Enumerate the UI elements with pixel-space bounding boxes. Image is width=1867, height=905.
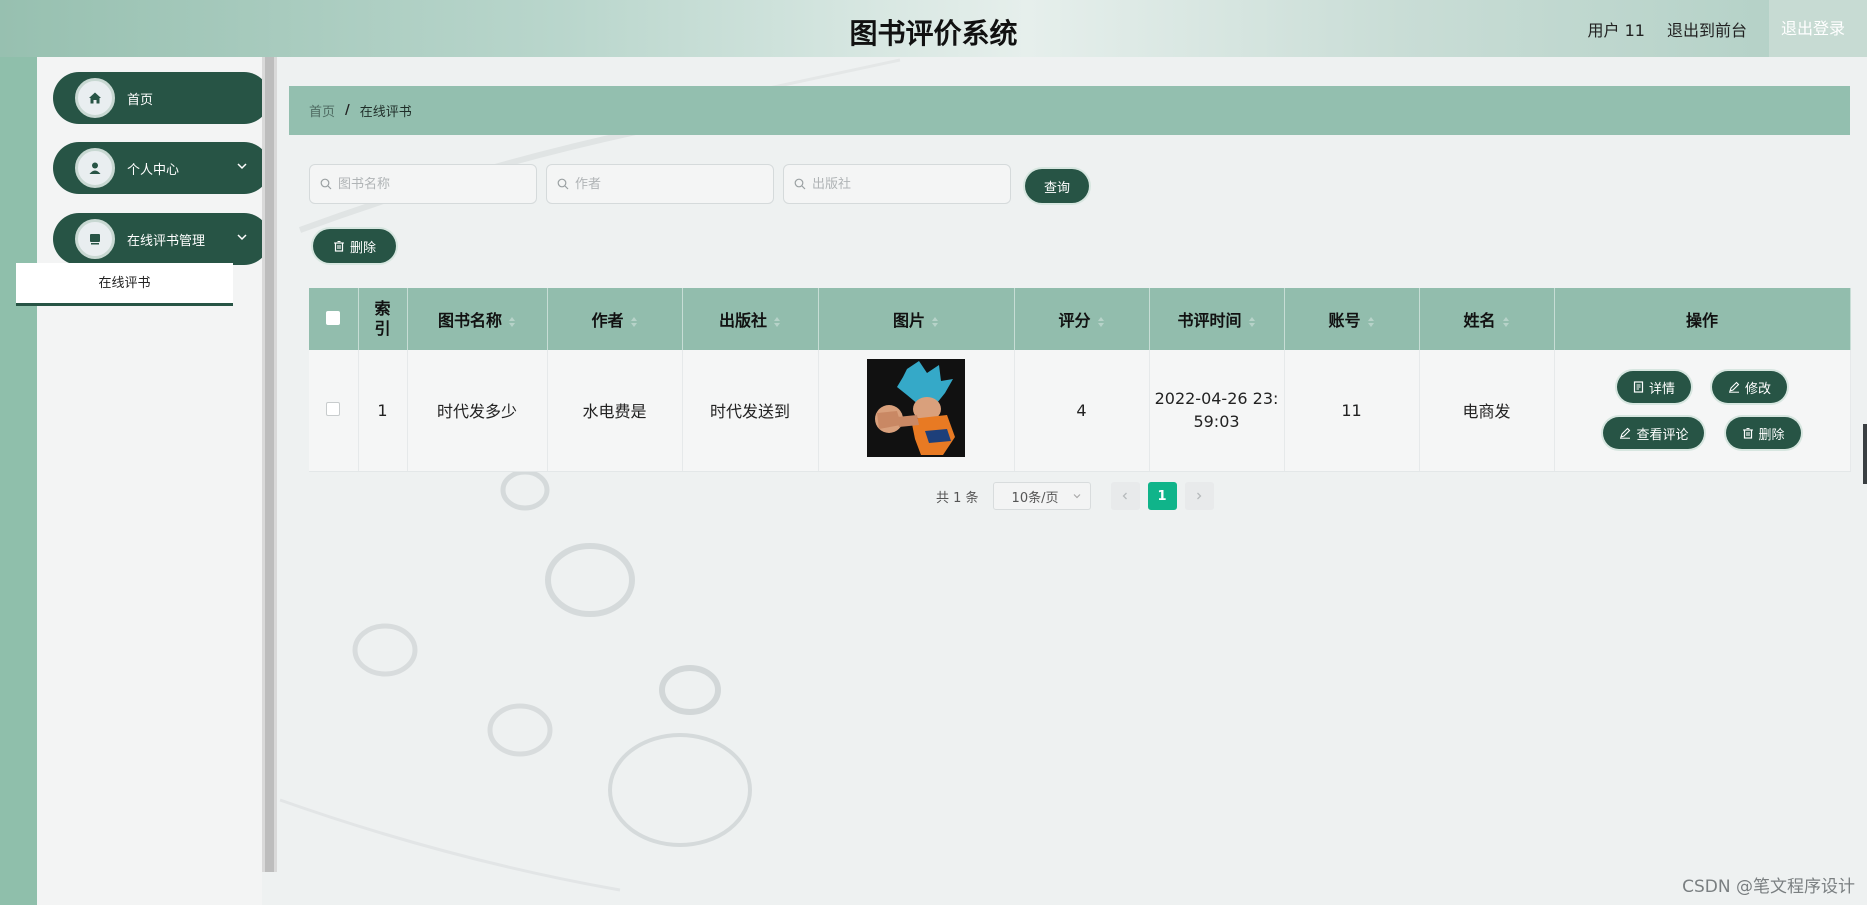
cell-image: [818, 350, 1015, 472]
sort-icon[interactable]: [773, 316, 781, 328]
row-delete-button[interactable]: 删除: [1725, 417, 1801, 450]
book-name-input[interactable]: [338, 176, 528, 192]
sort-icon[interactable]: [508, 316, 516, 328]
cell-name: 电商发: [1419, 350, 1555, 472]
detail-button[interactable]: 详情: [1616, 371, 1691, 404]
review-time-clock: 59:03: [1193, 412, 1240, 432]
review-time-date: 2022-04-26 23:: [1154, 389, 1279, 409]
sidebar-item-review-management[interactable]: 在线评书管理: [53, 213, 270, 265]
home-icon: [75, 78, 115, 118]
sort-icon[interactable]: [1367, 316, 1375, 328]
sort-icon[interactable]: [1097, 316, 1105, 328]
current-user: 用户 11: [1587, 20, 1645, 40]
back-to-front-link[interactable]: 退出到前台: [1667, 17, 1747, 41]
sort-icon[interactable]: [931, 316, 939, 328]
column-publisher[interactable]: 出版社: [682, 288, 819, 350]
author-input[interactable]: [575, 176, 765, 192]
trash-icon: [333, 240, 344, 252]
submenu-item-online-review[interactable]: 在线评书: [16, 263, 233, 306]
table-header-row: 索引 图书名称 作者 出版社 图片 评分 书评时间 账号 姓名 操作: [309, 288, 1851, 350]
pagination-total: 共 1 条: [936, 490, 979, 506]
cell-publisher: 时代发送到: [682, 350, 819, 472]
chevron-right-icon: [1197, 492, 1202, 500]
bulk-delete-button[interactable]: 删除: [313, 229, 396, 263]
bulk-delete-label: 删除: [349, 240, 376, 256]
cell-author: 水电费是: [547, 350, 683, 472]
breadcrumb-home[interactable]: 首页: [309, 101, 335, 120]
select-all-checkbox[interactable]: [326, 310, 341, 325]
sidebar-scrollbar[interactable]: [262, 57, 277, 872]
column-image[interactable]: 图片: [818, 288, 1015, 350]
column-review-time[interactable]: 书评时间: [1149, 288, 1285, 350]
chevron-down-icon: [1073, 494, 1080, 499]
breadcrumb-separator: /: [345, 103, 350, 118]
column-rating[interactable]: 评分: [1014, 288, 1150, 350]
user-icon: [75, 148, 115, 188]
chevron-left-icon: [1122, 492, 1128, 500]
page-size-select[interactable]: 10条/页: [992, 482, 1091, 510]
cell-review-time: 2022-04-26 23: 59:03: [1149, 350, 1285, 472]
column-name[interactable]: 姓名: [1419, 288, 1555, 350]
book-cover-image[interactable]: [867, 359, 965, 458]
sort-icon[interactable]: [630, 316, 638, 328]
column-account[interactable]: 账号: [1284, 288, 1420, 350]
edit-icon: [1729, 381, 1740, 393]
cell-account: 11: [1284, 350, 1420, 472]
sidebar-item-label: 首页: [127, 92, 154, 108]
sidebar-item-profile[interactable]: 个人中心: [53, 142, 270, 194]
page-scrollbar[interactable]: [1863, 424, 1867, 484]
column-author[interactable]: 作者: [547, 288, 683, 350]
search-icon: [320, 178, 332, 190]
chevron-down-icon: [237, 163, 247, 170]
search-icon: [557, 178, 569, 190]
breadcrumb: 首页 / 在线评书: [289, 86, 1850, 135]
reviews-table: 索引 图书名称 作者 出版社 图片 评分 书评时间 账号 姓名 操作 1 时代发…: [309, 288, 1851, 472]
breadcrumb-current: 在线评书: [359, 105, 412, 120]
edit-button[interactable]: 修改: [1712, 371, 1788, 404]
row-select-cell: [309, 350, 359, 472]
publisher-search[interactable]: [783, 164, 1011, 204]
book-name-search[interactable]: [309, 164, 537, 204]
column-index: 索引: [358, 288, 408, 350]
publisher-input[interactable]: [812, 176, 1002, 192]
sidebar-item-home[interactable]: 首页: [53, 72, 270, 124]
table-row: 1 时代发多少 水电费是 时代发送到 4 2022-04-26 23: 59:0…: [309, 350, 1851, 472]
sidebar-item-label: 个人中心: [127, 162, 180, 178]
query-button[interactable]: 查询: [1025, 169, 1089, 203]
cell-book-name: 时代发多少: [407, 350, 548, 472]
search-icon: [794, 178, 806, 190]
chevron-down-icon: [237, 234, 247, 241]
sidebar: 首页 个人中心 在线评书管理: [37, 57, 270, 905]
sort-icon[interactable]: [1502, 316, 1510, 328]
prev-page-button[interactable]: [1110, 482, 1140, 510]
logout-button[interactable]: 退出登录: [1768, 0, 1867, 57]
watermark-text: CSDN @笔文程序设计: [1682, 877, 1855, 897]
cell-actions: 详情 修改 查看评论 删除: [1554, 350, 1851, 472]
author-search[interactable]: [546, 164, 774, 204]
row-checkbox[interactable]: [326, 401, 341, 416]
document-icon: [1633, 381, 1644, 393]
book-icon: [75, 219, 115, 259]
cell-index: 1: [358, 350, 408, 472]
column-actions: 操作: [1554, 288, 1851, 350]
cell-rating: 4: [1014, 350, 1150, 472]
view-comments-button[interactable]: 查看评论: [1603, 417, 1705, 450]
sort-icon[interactable]: [1248, 316, 1256, 328]
edit-icon: [1620, 427, 1631, 439]
page-number-current[interactable]: 1: [1147, 482, 1177, 510]
trash-icon: [1742, 428, 1753, 439]
next-page-button[interactable]: [1184, 482, 1214, 510]
column-book-name[interactable]: 图书名称: [407, 288, 548, 350]
sidebar-item-label: 在线评书管理: [127, 233, 206, 249]
select-all-header: [309, 288, 359, 350]
page-size-value: 10条/页: [1011, 490, 1059, 506]
pagination: 共 1 条 10条/页 1: [936, 482, 1214, 510]
query-button-label: 查询: [1043, 180, 1070, 196]
top-header: 图书评价系统 用户 11 退出到前台 退出登录: [0, 0, 1867, 57]
left-decor-strip: [0, 57, 37, 905]
